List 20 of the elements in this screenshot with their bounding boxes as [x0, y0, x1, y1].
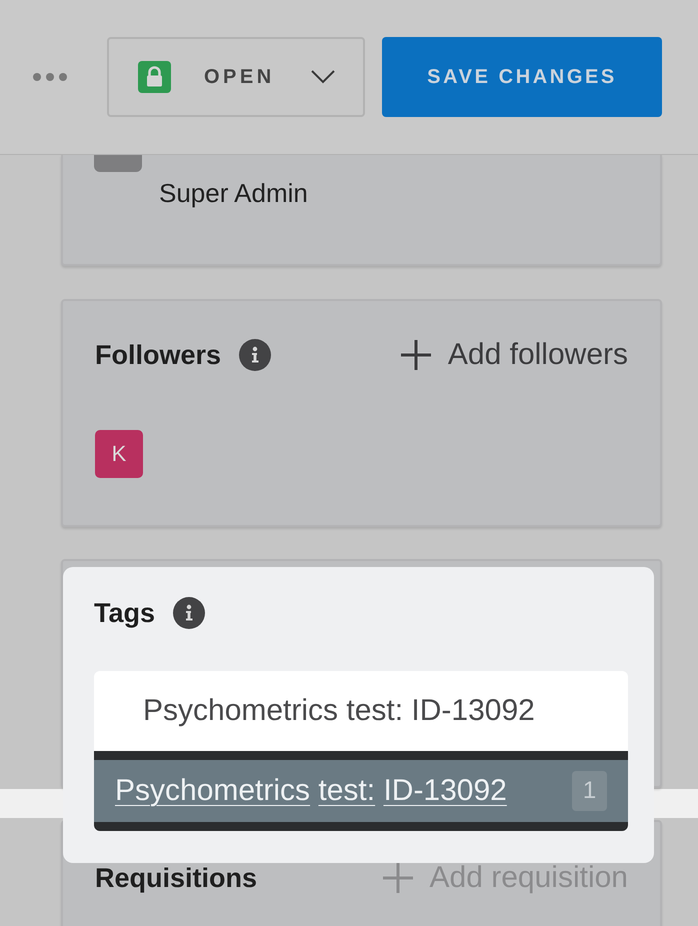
add-followers-button[interactable]: Add followers: [400, 340, 628, 370]
requisitions-title: Requisitions: [95, 862, 258, 894]
suggestion-option[interactable]: Psychometrics test: ID-13092 1: [94, 760, 628, 822]
info-icon[interactable]: [239, 339, 272, 371]
status-dropdown[interactable]: OPEN: [107, 37, 365, 117]
chevron-down-icon: [310, 70, 335, 84]
info-icon[interactable]: [173, 597, 206, 629]
avatar: K: [95, 430, 143, 478]
role-text: Super Admin: [159, 178, 309, 209]
count-badge: 1: [572, 771, 607, 811]
avatar-icon: [94, 155, 142, 172]
lock-icon: [138, 61, 171, 93]
suggestion-text: Psychometrics test: ID-13092: [115, 774, 507, 808]
plus-icon: [400, 340, 431, 370]
followers-title: Followers: [95, 340, 222, 370]
more-options-icon[interactable]: [33, 73, 67, 81]
plus-icon: [382, 863, 413, 893]
tag-input-field[interactable]: Psychometrics test: ID-13092: [94, 671, 628, 751]
save-changes-button[interactable]: SAVE CHANGES: [382, 37, 662, 117]
tags-title: Tags: [94, 598, 156, 628]
